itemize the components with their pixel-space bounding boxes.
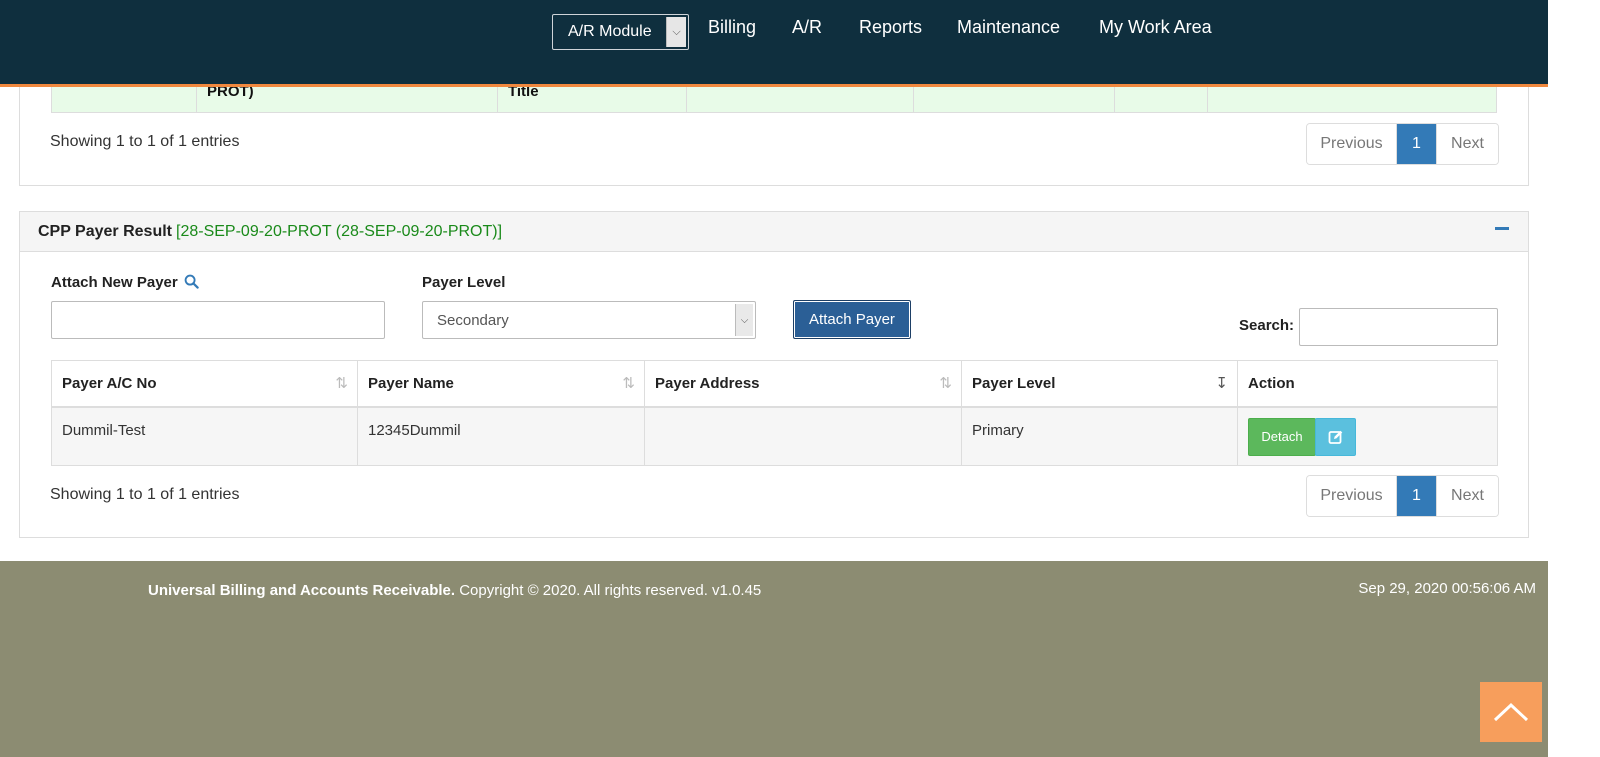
- payer-level-select[interactable]: Secondary ⌵: [422, 301, 756, 339]
- module-select-value: A/R Module: [568, 23, 652, 40]
- cell-payer-ac-no: Dummil-Test: [51, 406, 358, 466]
- table-info: Showing 1 to 1 of 1 entries: [50, 486, 240, 503]
- panel-header: CPP Payer Result [28-SEP-09-20-PROT (28-…: [20, 212, 1528, 252]
- panel-title: CPP Payer Result: [38, 223, 172, 240]
- footer-brand: Universal Billing and Accounts Receivabl…: [148, 582, 456, 599]
- page-1-button[interactable]: 1: [1397, 476, 1436, 516]
- scroll-to-top-button[interactable]: [1480, 682, 1542, 742]
- edit-icon-glyph: [1328, 430, 1342, 444]
- search-label: Search:: [1239, 317, 1295, 334]
- attach-new-payer-input[interactable]: [51, 301, 385, 339]
- nav-my-work-area[interactable]: My Work Area: [1099, 17, 1212, 38]
- column-header-payer-address[interactable]: Payer Address ⇅: [644, 360, 962, 408]
- sort-descending-icon: ↧: [1215, 375, 1228, 392]
- search-icon[interactable]: [184, 274, 199, 289]
- footer-copyright: Universal Billing and Accounts Receivabl…: [148, 582, 761, 599]
- column-header-label: Payer Address: [655, 374, 760, 392]
- nav-maintenance[interactable]: Maintenance: [957, 17, 1060, 38]
- nav-billing[interactable]: Billing: [708, 17, 756, 38]
- upper-pagination: Previous 1 Next: [1306, 123, 1499, 165]
- chevron-down-icon: ⌵: [735, 304, 753, 336]
- footer: Universal Billing and Accounts Receivabl…: [0, 561, 1548, 757]
- column-header-label: Payer Name: [368, 374, 454, 392]
- detach-button[interactable]: Detach: [1248, 417, 1316, 456]
- column-header-label: Payer A/C No: [62, 374, 157, 392]
- column-header-label: Action: [1248, 374, 1295, 392]
- footer-datetime: Sep 29, 2020 00:56:06 AM: [1358, 580, 1536, 597]
- table-row: Dummil-Test 12345Dummil Primary Detach: [51, 406, 1498, 466]
- column-header-action: Action: [1237, 360, 1498, 408]
- chevron-up-icon: [1493, 702, 1529, 722]
- attach-payer-button[interactable]: Attach Payer: [793, 300, 911, 339]
- nav-reports[interactable]: Reports: [859, 17, 922, 38]
- previous-page-button[interactable]: Previous: [1307, 476, 1397, 516]
- cpp-payer-result-panel: CPP Payer Result [28-SEP-09-20-PROT (28-…: [19, 211, 1529, 538]
- sort-icon: ⇅: [335, 375, 348, 392]
- sort-icon: ⇅: [939, 375, 952, 392]
- payer-level-label: Payer Level: [422, 274, 506, 291]
- payer-table: Payer A/C No ⇅ Payer Name ⇅ Payer Addres…: [51, 360, 1498, 466]
- cell-action: Detach: [1237, 406, 1498, 466]
- table-header-row: Payer A/C No ⇅ Payer Name ⇅ Payer Addres…: [51, 360, 1498, 408]
- column-header-payer-ac-no[interactable]: Payer A/C No ⇅: [51, 360, 358, 408]
- previous-page-button[interactable]: Previous: [1307, 124, 1397, 164]
- collapse-icon[interactable]: [1495, 227, 1509, 230]
- chevron-down-icon: ⌵: [666, 17, 686, 47]
- upper-table-info: Showing 1 to 1 of 1 entries: [50, 133, 240, 150]
- panel-subtitle: [28-SEP-09-20-PROT (28-SEP-09-20-PROT)]: [176, 223, 503, 240]
- footer-copyright-text: Copyright © 2020. All rights reserved. v…: [459, 582, 762, 599]
- pagination: Previous 1 Next: [1306, 475, 1499, 517]
- column-header-payer-level[interactable]: Payer Level ↧: [961, 360, 1238, 408]
- search-input[interactable]: [1299, 308, 1498, 346]
- next-page-button[interactable]: Next: [1436, 124, 1498, 164]
- cell-payer-name: 12345Dummil: [357, 406, 645, 466]
- payer-level-select-value: Secondary: [437, 311, 509, 329]
- top-navigation-bar: A/R Module ⌵ Billing A/R Reports Mainten…: [0, 0, 1548, 87]
- nav-ar[interactable]: A/R: [792, 17, 822, 38]
- sort-icon: ⇅: [622, 375, 635, 392]
- edit-icon[interactable]: [1315, 417, 1356, 456]
- cell-payer-level: Primary: [961, 406, 1238, 466]
- next-page-button[interactable]: Next: [1436, 476, 1498, 516]
- page-1-button[interactable]: 1: [1397, 124, 1436, 164]
- column-header-label: Payer Level: [972, 374, 1056, 392]
- module-select[interactable]: A/R Module ⌵: [552, 14, 689, 50]
- attach-new-payer-label: Attach New Payer: [51, 274, 199, 291]
- cell-payer-address: [644, 406, 962, 466]
- column-header-payer-name[interactable]: Payer Name ⇅: [357, 360, 645, 408]
- attach-new-payer-label-text: Attach New Payer: [51, 274, 178, 291]
